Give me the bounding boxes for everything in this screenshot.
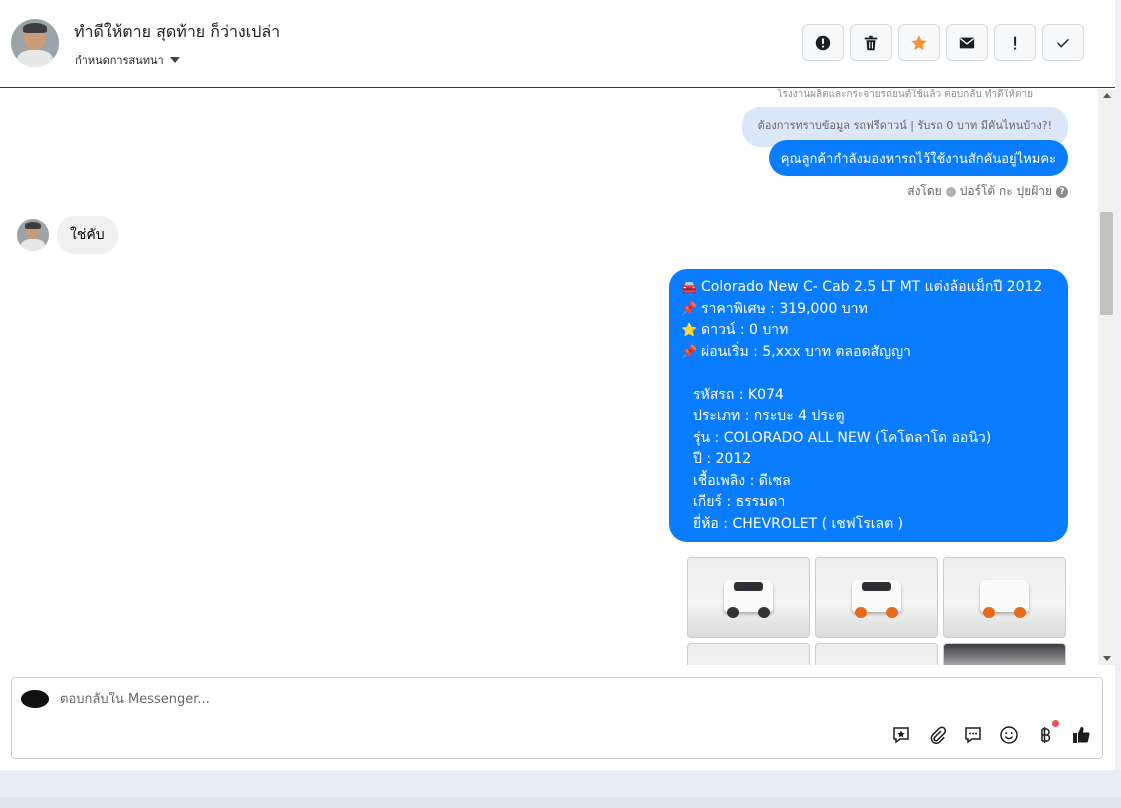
quick-reply-button[interactable]	[962, 724, 984, 746]
reply-input[interactable]	[60, 692, 660, 707]
car-photo-rear[interactable]	[943, 557, 1066, 638]
caret-down-icon	[169, 57, 180, 63]
photo-gallery	[687, 557, 1067, 665]
incoming-message[interactable]: ใช่คับ	[57, 216, 118, 254]
car-photo-front-angle[interactable]	[815, 557, 938, 638]
reply-composer	[11, 677, 1103, 759]
listing-model: รุ่น : COLORADO ALL NEW (โคโดลาโด ออนิว)	[693, 429, 992, 446]
os-taskbar	[0, 797, 1121, 808]
composer-toolbar	[890, 720, 1092, 746]
emoji-icon	[1000, 726, 1018, 744]
assign-conversation-dropdown[interactable]: กำหนดการสนทนา	[75, 51, 180, 69]
star-icon	[911, 34, 927, 50]
flag-button[interactable]	[994, 24, 1036, 61]
message-thread[interactable]: โรงงานผลิตและกระจายรถยนต์ใช้แล้ว ตอบกลับ…	[0, 89, 1098, 665]
listing-down-line: ⭐ ดาวน์ : 0 บาท	[681, 320, 1056, 342]
attachment-icon	[930, 726, 947, 745]
listing-price-line: 📌 ราคาพิเศษ : 319,000 บาท	[681, 299, 1056, 321]
emoji-button[interactable]	[998, 724, 1020, 746]
scroll-up-icon[interactable]	[1103, 93, 1111, 98]
sent-by-label: ส่งโดย	[907, 184, 942, 198]
messenger-inbox-window: ทำดีให้ตาย สุดท้าย ก็ว่างเปล่า กำหนดการส…	[0, 0, 1115, 770]
baht-payment-icon	[1041, 727, 1051, 743]
saved-reply-icon	[893, 727, 909, 744]
listing-installment-line: 📌 ผ่อนเริ่ม : 5,xxx บาท ตลอดสัญญา	[681, 342, 1056, 364]
delete-button[interactable]	[850, 24, 892, 61]
exclamation-icon	[1014, 36, 1017, 49]
listing-gear: เกียร์ : ธรรมดา	[693, 494, 786, 510]
header-toolbar	[802, 24, 1084, 61]
payment-button[interactable]	[1034, 720, 1059, 746]
contact-avatar[interactable]	[11, 19, 59, 67]
listing-price: ราคาพิเศษ : 319,000 บาท	[701, 300, 868, 317]
like-button[interactable]	[1070, 724, 1092, 746]
star-emoji-icon: ⭐	[681, 323, 698, 338]
sent-by-info: ส่งโดย ปอร์โต้ กะ ปุยฝ้าย ?	[907, 182, 1068, 201]
contact-name[interactable]: ทำดีให้ตาย สุดท้าย ก็ว่างเปล่า	[74, 20, 280, 45]
envelope-icon	[959, 37, 975, 48]
listing-down: ดาวน์ : 0 บาท	[701, 322, 789, 338]
notification-dot	[1052, 720, 1059, 727]
listing-type: ประเภท : กระบะ 4 ประตู	[693, 408, 845, 424]
report-button[interactable]	[802, 24, 844, 61]
quick-reply-icon	[965, 727, 981, 744]
listing-code: รหัสรถ : K074	[693, 386, 784, 403]
car-emoji-icon: 🚘	[681, 280, 698, 295]
thread-scrollbar[interactable]	[1098, 89, 1115, 665]
listing-title-line: 🚘 Colorado New C- Cab 2.5 LT MT แต่งล้อแม…	[681, 277, 1056, 299]
assign-conversation-label: กำหนดการสนทนา	[75, 54, 164, 67]
verified-icon	[945, 186, 956, 197]
listing-message[interactable]: 🚘 Colorado New C- Cab 2.5 LT MT แต่งล้อแม…	[669, 269, 1068, 542]
outgoing-message[interactable]: คุณลูกค้ากำลังมองหารถไว้ใช้งานสักคันอยู่…	[768, 140, 1068, 176]
listing-title: Colorado New C- Cab 2.5 LT MT แต่งล้อแม็…	[701, 279, 1043, 295]
mark-unread-button[interactable]	[946, 24, 988, 61]
reply-reference: โรงงานผลิตและกระจายรถยนต์ใช้แล้ว ตอบกลับ…	[777, 89, 1033, 100]
conversation-header: ทำดีให้ตาย สุดท้าย ก็ว่างเปล่า กำหนดการส…	[0, 0, 1115, 88]
car-photo-5[interactable]	[815, 643, 938, 665]
pushpin-emoji-icon: 📌	[681, 301, 698, 317]
listing-year: ปี : 2012	[693, 451, 752, 467]
mark-done-button[interactable]	[1042, 24, 1084, 61]
check-icon	[1057, 38, 1069, 48]
incoming-message-row: ใช่คับ	[17, 216, 118, 254]
star-button[interactable]	[898, 24, 940, 61]
scroll-down-icon[interactable]	[1103, 656, 1111, 661]
trash-icon	[864, 35, 878, 50]
like-icon	[1073, 726, 1090, 743]
car-photo-front[interactable]	[687, 557, 810, 638]
report-icon	[815, 35, 831, 50]
page-logo	[21, 690, 49, 708]
contact-avatar-small[interactable]	[17, 219, 49, 251]
car-photo-6[interactable]	[943, 643, 1066, 665]
help-icon[interactable]: ?	[1056, 185, 1068, 198]
scroll-thumb[interactable]	[1100, 212, 1113, 315]
attach-button[interactable]	[926, 724, 948, 746]
car-photo-4[interactable]	[687, 643, 810, 665]
listing-installment: ผ่อนเริ่ม : 5,xxx บาท ตลอดสัญญา	[701, 343, 911, 360]
listing-fuel: เชื้อเพลิง : ดีเซล	[693, 472, 791, 489]
pushpin-emoji-icon: 📌	[681, 344, 698, 360]
listing-brand: ยี่ห้อ : CHEVROLET ( เชฟโรเลต )	[693, 515, 904, 532]
window-edge	[1115, 0, 1121, 770]
sent-by-name: ปอร์โต้ กะ ปุยฝ้าย	[959, 184, 1052, 198]
saved-reply-button[interactable]	[890, 724, 912, 746]
